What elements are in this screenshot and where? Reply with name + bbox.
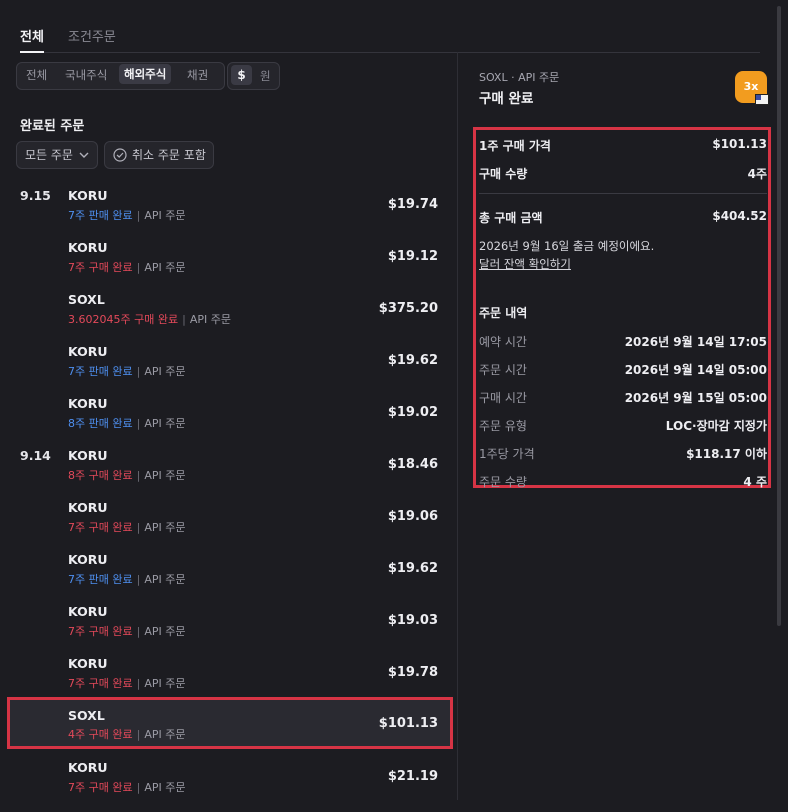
- detail-title: 구매 완료: [479, 91, 534, 107]
- order-ticker: KORU: [68, 760, 108, 775]
- history-value: $118.17 이하: [686, 447, 767, 461]
- history-label: 주문 수량: [479, 475, 527, 489]
- order-row[interactable]: KORU 7주 구매 완료 | API 주문 $21.19: [10, 760, 450, 812]
- order-price: $19.06: [387, 509, 438, 524]
- order-status: 7주 판매 완료 | API 주문: [68, 573, 186, 586]
- order-price: $19.62: [387, 353, 438, 368]
- order-status: 7주 구매 완료 | API 주문: [68, 781, 186, 794]
- order-status: 7주 구매 완료 | API 주문: [68, 261, 186, 274]
- order-price: $19.12: [387, 249, 438, 264]
- history-value: 2026년 9월 15일 05:00: [624, 391, 767, 405]
- detail-total-label: 총 구매 금액: [479, 211, 543, 225]
- order-ticker: KORU: [68, 604, 108, 619]
- order-ticker: SOXL: [68, 708, 105, 723]
- detail-total-value: $404.52: [712, 209, 767, 223]
- order-date: 9.14: [20, 448, 51, 463]
- order-status: 7주 판매 완료 | API 주문: [68, 365, 186, 378]
- order-price: $19.02: [387, 405, 438, 420]
- order-price: $18.46: [387, 457, 438, 472]
- withdrawal-note: 2026년 9월 16일 출금 예정이에요.: [479, 239, 655, 253]
- order-row[interactable]: KORU 7주 판매 완료 | API 주문 $19.62: [10, 344, 450, 396]
- order-row[interactable]: KORU 7주 구매 완료 | API 주문 $19.03: [10, 604, 450, 656]
- detail-price-value: $101.13: [712, 137, 767, 151]
- dollar-balance-link[interactable]: 달러 잔액 확인하기: [479, 256, 571, 272]
- order-status: 7주 구매 완료 | API 주문: [68, 521, 186, 534]
- order-ticker: KORU: [68, 188, 108, 203]
- order-ticker: KORU: [68, 240, 108, 255]
- order-ticker: KORU: [68, 656, 108, 671]
- currency-dollar[interactable]: $: [231, 65, 252, 85]
- order-price: $375.20: [378, 301, 438, 316]
- order-row[interactable]: KORU 7주 판매 완료 | API 주문 $19.62: [10, 552, 450, 604]
- market-filter: 전체 국내주식 해외주식 채권: [16, 62, 225, 90]
- order-row[interactable]: 9.15 KORU 7주 판매 완료 | API 주문 $19.74: [10, 188, 450, 240]
- history-label: 주문 시간: [479, 363, 527, 377]
- order-status: 4주 구매 완료 | API 주문: [68, 728, 186, 741]
- include-cancelled-toggle[interactable]: 취소 주문 포함: [104, 141, 214, 169]
- history-label: 예약 시간: [479, 335, 527, 349]
- order-price: $21.19: [387, 769, 438, 784]
- order-row[interactable]: SOXL 3.602045주 구매 완료 | API 주문 $375.20: [10, 292, 450, 344]
- order-row[interactable]: KORU 7주 구매 완료 | API 주문 $19.12: [10, 240, 450, 292]
- detail-meta: SOXL · API 주문: [479, 71, 560, 84]
- order-history-title: 주문 내역: [479, 306, 528, 320]
- detail-qty-value: 4주: [747, 167, 767, 181]
- market-filter-bond[interactable]: 채권: [187, 67, 208, 83]
- market-filter-all[interactable]: 전체: [26, 67, 47, 83]
- currency-won[interactable]: 원: [260, 68, 271, 84]
- currency-toggle: $ 원: [227, 62, 280, 90]
- history-value: 4 주: [743, 475, 767, 489]
- check-circle-icon: [113, 148, 127, 162]
- order-ticker: SOXL: [68, 292, 105, 307]
- order-ticker: KORU: [68, 552, 108, 567]
- include-cancelled-label: 취소 주문 포함: [132, 148, 206, 162]
- market-filter-overseas[interactable]: 해외주식: [119, 64, 172, 84]
- chevron-down-icon: [79, 152, 89, 158]
- order-row[interactable]: KORU 7주 구매 완료 | API 주문 $19.06: [10, 500, 450, 552]
- scrollbar[interactable]: [777, 6, 781, 626]
- order-price: $19.03: [387, 613, 438, 628]
- order-row[interactable]: KORU 8주 판매 완료 | API 주문 $19.02: [10, 396, 450, 448]
- pane-divider: [457, 52, 458, 800]
- tab-all[interactable]: 전체: [20, 26, 44, 53]
- history-label: 1주당 가격: [479, 447, 535, 461]
- all-orders-dropdown[interactable]: 모든 주문: [16, 141, 98, 169]
- history-label: 구매 시간: [479, 391, 527, 405]
- history-value: 2026년 9월 14일 17:05: [624, 335, 767, 349]
- order-status: 7주 구매 완료 | API 주문: [68, 677, 186, 690]
- order-price: $19.78: [387, 665, 438, 680]
- us-flag-icon: [755, 94, 769, 105]
- history-value: LOC·장마감 지정가: [665, 419, 767, 433]
- order-status: 8주 판매 완료 | API 주문: [68, 417, 186, 430]
- order-status: 7주 구매 완료 | API 주문: [68, 625, 186, 638]
- history-label: 주문 유형: [479, 419, 527, 433]
- detail-price-label: 1주 구매 가격: [479, 139, 551, 153]
- tab-conditional[interactable]: 조건주문: [68, 26, 116, 45]
- order-ticker: KORU: [68, 344, 108, 359]
- order-ticker: KORU: [68, 500, 108, 515]
- all-orders-label: 모든 주문: [25, 148, 73, 162]
- order-ticker: KORU: [68, 396, 108, 411]
- top-tabs: 전체 조건주문: [20, 0, 760, 53]
- order-price: $19.62: [387, 561, 438, 576]
- order-price: $19.74: [387, 197, 438, 212]
- history-value: 2026년 9월 14일 05:00: [624, 363, 767, 377]
- order-status: 3.602045주 구매 완료 | API 주문: [68, 313, 231, 326]
- detail-qty-label: 구매 수량: [479, 167, 528, 181]
- detail-divider: [479, 193, 767, 194]
- order-ticker: KORU: [68, 448, 108, 463]
- order-date: 9.15: [20, 188, 51, 203]
- order-status: 7주 판매 완료 | API 주문: [68, 209, 186, 222]
- order-row-selected[interactable]: SOXL 4주 구매 완료 | API 주문 $101.13: [7, 697, 453, 749]
- order-price: $101.13: [378, 716, 438, 731]
- section-title: 완료된 주문: [20, 119, 85, 134]
- market-filter-domestic[interactable]: 국내주식: [65, 67, 107, 83]
- order-status: 8주 구매 완료 | API 주문: [68, 469, 186, 482]
- order-row[interactable]: 9.14 KORU 8주 구매 완료 | API 주문 $18.46: [10, 448, 450, 500]
